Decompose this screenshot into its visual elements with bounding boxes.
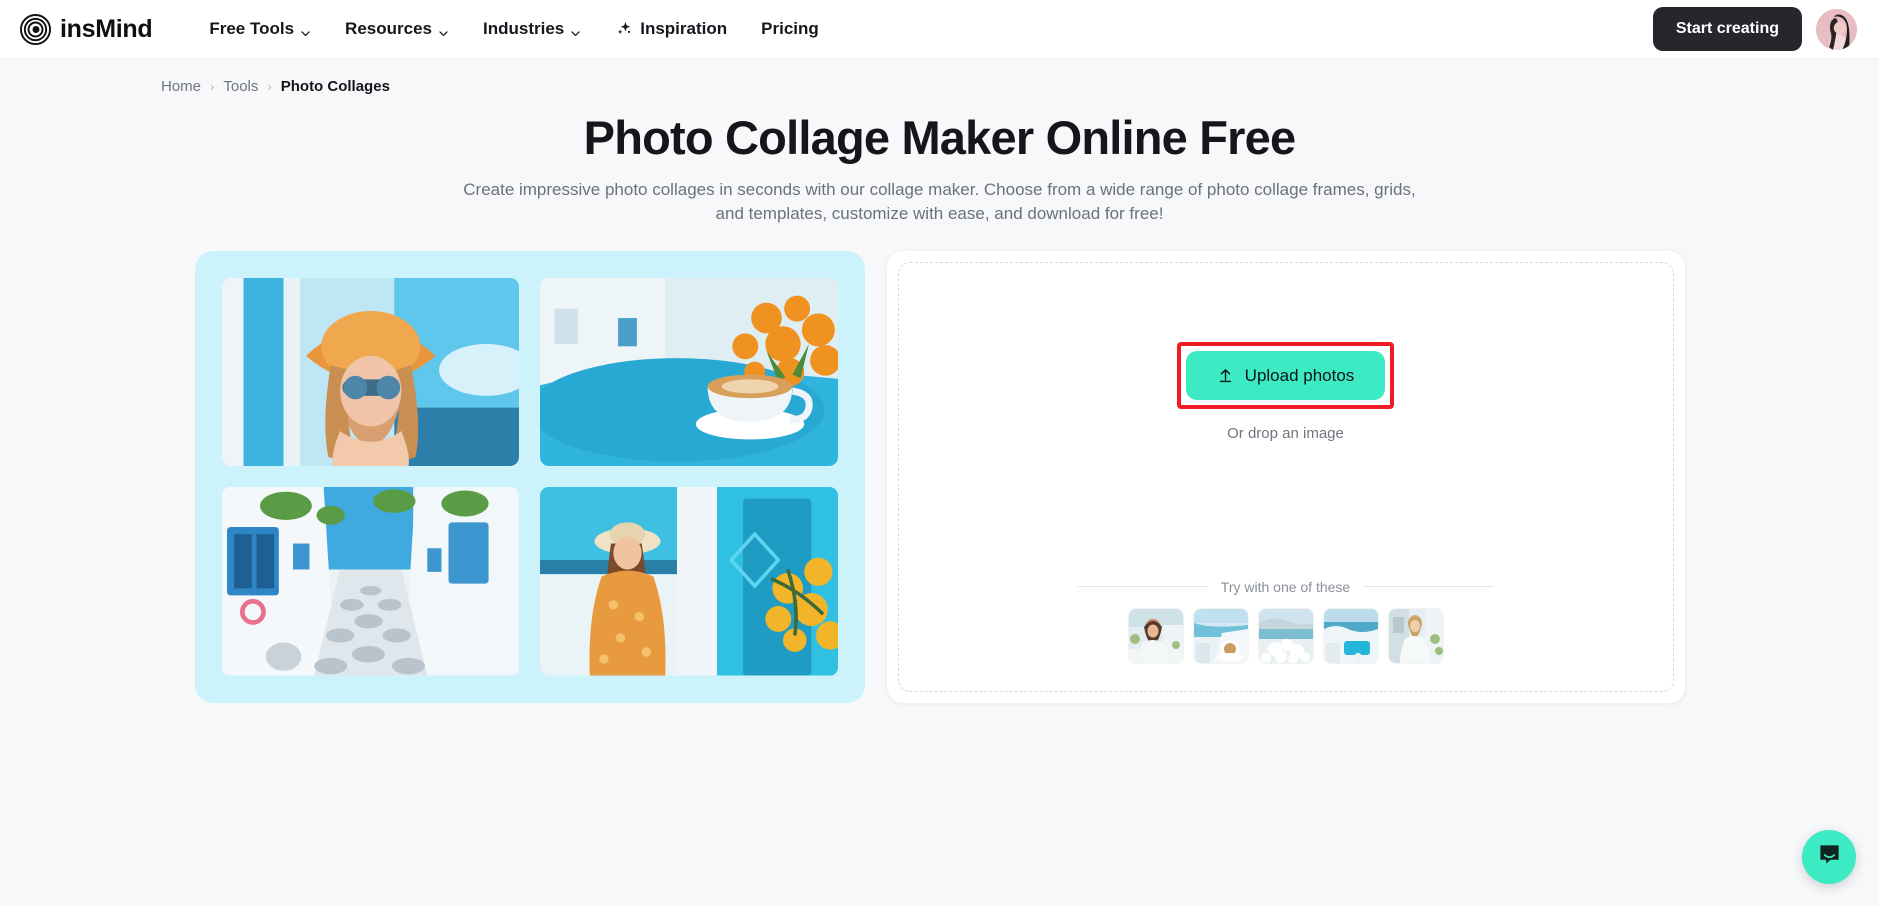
brand-logo[interactable]: insMind bbox=[20, 13, 153, 45]
main-content: Upload photos Or drop an image Try with … bbox=[0, 250, 1879, 703]
sample-thumbnail-coffee-seaside-terrace[interactable] bbox=[1193, 608, 1248, 663]
collage-preview bbox=[194, 250, 865, 703]
breadcrumb-separator: › bbox=[210, 79, 215, 94]
brand-name: insMind bbox=[60, 14, 153, 43]
try-with-one-of-these-label: Try with one of these bbox=[1220, 578, 1351, 595]
breadcrumb: Home › Tools › Photo Collages bbox=[0, 59, 1879, 95]
chevron-down-icon bbox=[300, 24, 311, 36]
nav-item-free-tools[interactable]: Free Tools bbox=[192, 10, 328, 48]
collage-tile-coffee-cup-with-orange-flowers bbox=[540, 277, 838, 467]
chevron-down-icon bbox=[570, 24, 581, 36]
sample-thumbnail-woman-in-gown-stairs[interactable] bbox=[1388, 608, 1443, 663]
upload-dropzone[interactable]: Upload photos Or drop an image Try with … bbox=[897, 261, 1674, 692]
breadcrumb-item-home[interactable]: Home bbox=[161, 78, 201, 95]
upload-arrow-icon bbox=[1217, 367, 1234, 384]
main-navigation: Free Tools Resources Industries Inspirat… bbox=[192, 10, 835, 48]
sample-thumbnail-white-flowers-sea-view[interactable] bbox=[1258, 608, 1313, 663]
sample-images-section: Try with one of these bbox=[899, 579, 1673, 663]
nav-item-pricing[interactable]: Pricing bbox=[744, 10, 836, 48]
nav-label: Free Tools bbox=[209, 19, 295, 38]
try-divider: Try with one of these bbox=[1077, 578, 1494, 595]
collage-tile-woman-in-orange-dress-doorway bbox=[540, 487, 838, 676]
page-subtitle: Create impressive photo collages in seco… bbox=[463, 179, 1416, 224]
sample-thumbnails bbox=[1128, 608, 1443, 663]
sparkle-icon bbox=[615, 20, 633, 38]
upload-photos-label: Upload photos bbox=[1244, 365, 1355, 385]
nav-item-resources[interactable]: Resources bbox=[328, 10, 466, 48]
breadcrumb-separator: › bbox=[267, 79, 272, 94]
divider-line-right bbox=[1363, 586, 1494, 588]
nav-item-industries[interactable]: Industries bbox=[466, 10, 598, 48]
insmind-spiral-logo-icon bbox=[20, 13, 51, 45]
breadcrumb-item-photo-collages: Photo Collages bbox=[280, 78, 390, 95]
nav-label: Inspiration bbox=[640, 19, 728, 38]
hero-section: Photo Collage Maker Online Free Create i… bbox=[0, 111, 1879, 227]
avatar[interactable] bbox=[1816, 8, 1857, 50]
site-header: insMind Free Tools Resources Industries bbox=[0, 0, 1879, 59]
collage-tile-white-blue-alley-street bbox=[221, 487, 519, 676]
upload-photos-button[interactable]: Upload photos bbox=[1185, 350, 1386, 400]
nav-label: Resources bbox=[345, 19, 432, 38]
header-actions: Start creating bbox=[1652, 7, 1857, 51]
start-creating-button[interactable]: Start creating bbox=[1652, 7, 1802, 51]
collage-tile-woman-in-straw-hat-sunglasses bbox=[221, 277, 519, 467]
drop-hint-text: Or drop an image bbox=[1227, 424, 1344, 442]
breadcrumb-item-tools[interactable]: Tools bbox=[223, 78, 258, 95]
sample-thumbnail-woman-white-dress[interactable] bbox=[1128, 608, 1183, 663]
chevron-down-icon bbox=[438, 24, 449, 36]
page-title: Photo Collage Maker Online Free bbox=[583, 111, 1296, 164]
upload-button-highlight: Upload photos bbox=[1176, 341, 1395, 409]
upload-card: Upload photos Or drop an image Try with … bbox=[886, 250, 1685, 703]
divider-line-left bbox=[1077, 586, 1208, 588]
nav-label: Pricing bbox=[761, 19, 819, 38]
sample-thumbnail-blue-pool-village[interactable] bbox=[1323, 608, 1378, 663]
nav-label: Industries bbox=[482, 19, 565, 38]
chat-widget-button[interactable] bbox=[1802, 830, 1856, 884]
chat-bubble-icon bbox=[1817, 842, 1842, 872]
nav-item-inspiration[interactable]: Inspiration bbox=[598, 10, 744, 48]
